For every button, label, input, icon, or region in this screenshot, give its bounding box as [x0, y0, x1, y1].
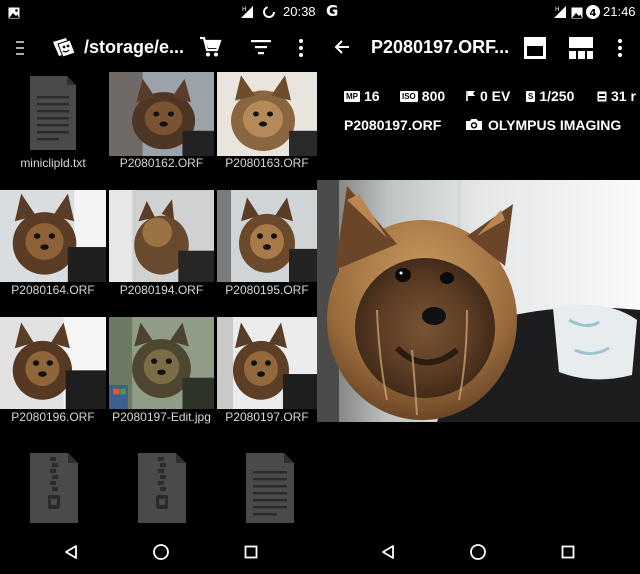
details-panel-icon[interactable]: [523, 36, 547, 65]
iso-info: ISO 800: [400, 88, 445, 104]
current-path[interactable]: /storage/e...: [84, 37, 184, 58]
main-photo[interactable]: [317, 180, 640, 422]
megapixels-badge: MP: [344, 91, 360, 102]
home-nav-icon[interactable]: [152, 543, 170, 566]
file-thumbnail[interactable]: [0, 317, 106, 409]
image-viewer-pane: G H 4 21:46 P2080197.ORF... MP 16 ISO 800: [317, 0, 640, 574]
zip-file-icon[interactable]: [138, 453, 186, 523]
file-thumbnail[interactable]: [217, 317, 317, 409]
viewer-title: P2080197.ORF...: [371, 37, 510, 57]
loading-icon: [262, 5, 276, 24]
file-name: P2080195.ORF: [225, 283, 309, 297]
camera-model: OLYMPUS IMAGING: [488, 117, 622, 133]
filter-sort-icon[interactable]: [250, 37, 272, 62]
file-thumbnail[interactable]: [217, 190, 317, 282]
photo-thumbnail-image: [109, 317, 214, 409]
photo-thumbnail-image: [109, 190, 214, 282]
shutter-badge: S: [526, 91, 536, 102]
file-name: P2080194.ORF: [119, 283, 204, 297]
photo-thumbnail-image: [109, 72, 214, 156]
photo-thumbnail-image: [0, 190, 106, 282]
cart-icon[interactable]: [198, 35, 222, 64]
status-bar: H 20:38: [0, 0, 317, 24]
recents-nav-icon[interactable]: [561, 545, 575, 564]
home-nav-icon[interactable]: [469, 543, 487, 566]
zip-file-icon[interactable]: [30, 453, 78, 523]
file-thumbnail[interactable]: [0, 190, 106, 282]
iso-badge: ISO: [400, 91, 418, 102]
signal-icon: H: [240, 5, 254, 24]
menu-icon[interactable]: [14, 38, 26, 63]
photo-thumbnail-image: [0, 317, 106, 409]
status-bar: G H 4 21:46: [317, 0, 640, 24]
file-manager-pane: H 20:38 /storage/e... miniclipld.txt P20…: [0, 0, 317, 574]
overflow-menu-icon[interactable]: [617, 38, 623, 63]
svg-text:H: H: [242, 6, 247, 13]
photo-thumbnail-image: [217, 72, 317, 156]
megapixels-info: MP 16: [344, 88, 380, 104]
shutter-info: S 1/250: [526, 88, 574, 104]
viewer-appbar: P2080197.ORF...: [317, 24, 640, 72]
shutter-value: 1/250: [539, 88, 575, 104]
file-thumbnail[interactable]: [109, 72, 214, 156]
svg-text:4: 4: [590, 8, 597, 19]
file-name: P2080197.ORF: [225, 410, 309, 424]
camera-icon: [465, 118, 483, 134]
yorkshire-terrier-photo: [317, 180, 640, 422]
file-thumbnail[interactable]: [0, 72, 106, 156]
back-nav-icon[interactable]: [380, 544, 396, 565]
file-name: P2080164.ORF: [11, 283, 95, 297]
svg-text:H: H: [555, 6, 560, 13]
back-nav-icon[interactable]: [63, 544, 79, 565]
back-arrow-icon[interactable]: [333, 38, 351, 61]
photo-thumbnail-image: [217, 317, 317, 409]
ev-value: 0 EV: [480, 88, 511, 104]
camera-info: OLYMPUS IMAGING: [465, 117, 621, 134]
flag-icon: [466, 89, 476, 105]
image-notification-icon: [8, 6, 20, 24]
file-name: miniclipld.txt: [20, 156, 86, 170]
status-time: 21:46: [603, 4, 636, 19]
recents-nav-icon[interactable]: [244, 545, 258, 564]
exposure-info: 0 EV: [466, 88, 510, 105]
signal-icon: H: [553, 5, 567, 24]
text-file-icon: [30, 76, 76, 150]
file-name: P2080162.ORF: [119, 156, 204, 170]
photo-thumbnail-image: [217, 190, 317, 282]
storage-icon: [50, 34, 78, 67]
focal-info: 31 r: [597, 88, 636, 105]
status-time: 20:38: [283, 4, 316, 19]
grid-view-icon[interactable]: [568, 36, 594, 65]
text-file-icon[interactable]: [246, 453, 294, 523]
iso-value: 800: [421, 88, 446, 104]
file-thumbnail[interactable]: [217, 72, 317, 156]
svg-text:G: G: [326, 3, 338, 19]
focal-value: 31 r: [611, 88, 636, 104]
file-name: P2080163.ORF: [225, 156, 309, 170]
megapixels-value: 16: [364, 88, 380, 104]
image-notification-icon: [571, 6, 583, 24]
file-thumbnail[interactable]: [109, 317, 214, 409]
file-name-info: P2080197.ORF: [344, 117, 442, 133]
navigation-bar: [0, 530, 317, 574]
file-thumbnail[interactable]: [109, 190, 214, 282]
overflow-menu-icon[interactable]: [298, 38, 304, 63]
lens-icon: [597, 89, 607, 105]
google-g-icon: G: [326, 2, 340, 23]
file-manager-appbar: /storage/e...: [0, 24, 317, 72]
navigation-bar: [317, 530, 640, 574]
file-name: P2080196.ORF: [11, 410, 95, 424]
file-name: P2080197-Edit.jpg: [112, 410, 211, 424]
battery-saver-icon: 4: [585, 4, 601, 25]
